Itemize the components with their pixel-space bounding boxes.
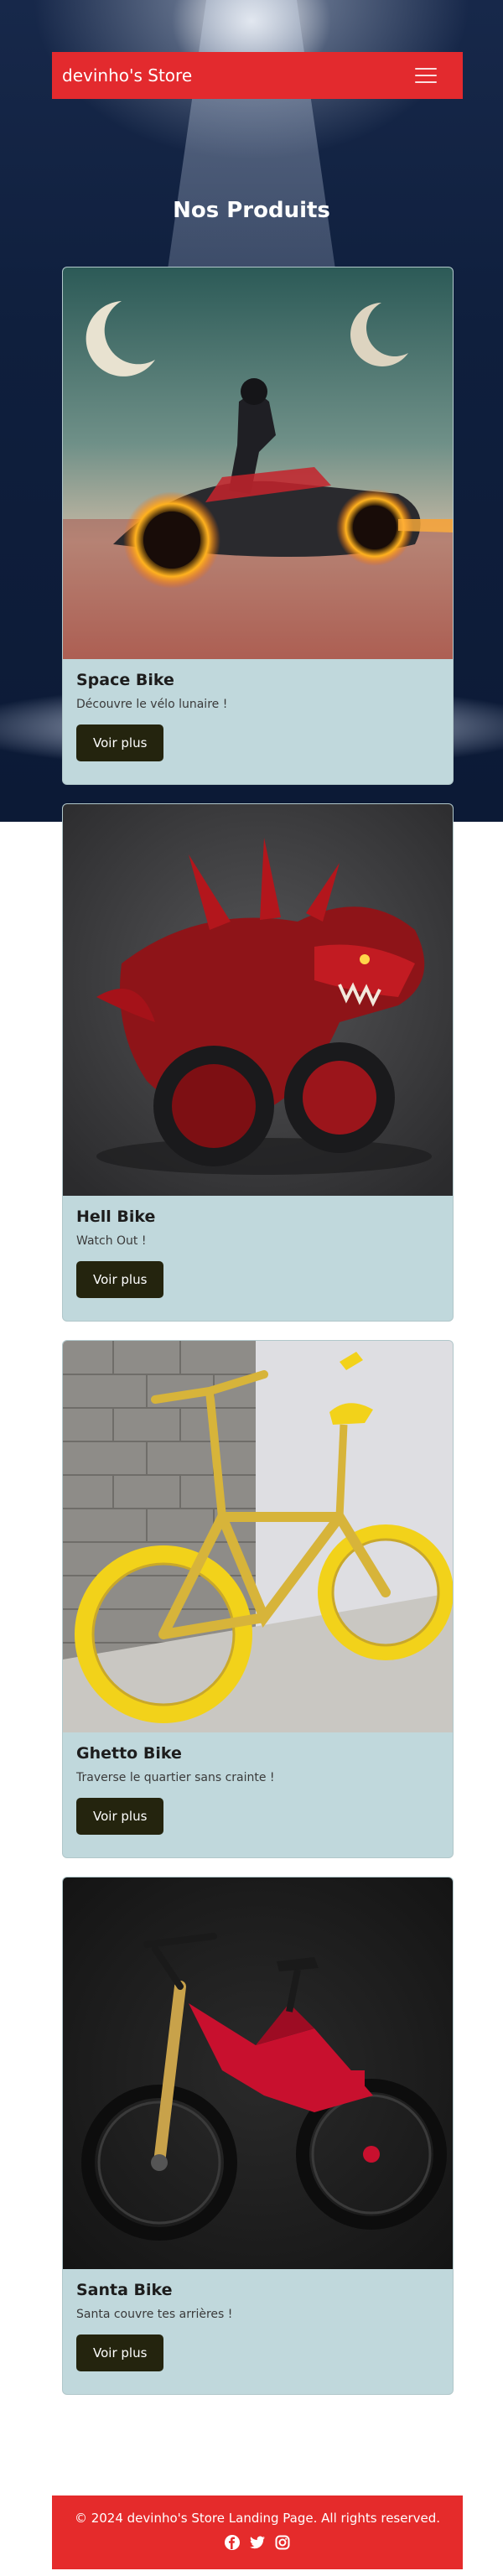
view-more-button[interactable]: Voir plus bbox=[76, 2334, 164, 2371]
product-card-santa-bike: Santa Bike Santa couvre tes arrières ! V… bbox=[62, 1877, 454, 2395]
social-links bbox=[52, 2534, 463, 2551]
navbar-brand[interactable]: devinho's Store bbox=[62, 65, 192, 86]
product-card-space-bike: Space Bike Découvre le vélo lunaire ! Vo… bbox=[62, 267, 454, 785]
view-more-button[interactable]: Voir plus bbox=[76, 1261, 164, 1298]
view-more-button[interactable]: Voir plus bbox=[76, 1798, 164, 1835]
product-description: Traverse le quartier sans crainte ! bbox=[76, 1771, 275, 1784]
product-description: Watch Out ! bbox=[76, 1234, 147, 1248]
product-title: Santa Bike bbox=[76, 2281, 173, 2299]
product-card-ghetto-bike: Ghetto Bike Traverse le quartier sans cr… bbox=[62, 1340, 454, 1858]
product-title: Ghetto Bike bbox=[76, 1744, 182, 1763]
product-image-santa-bike bbox=[63, 1877, 453, 2269]
instagram-icon[interactable] bbox=[274, 2534, 291, 2551]
hamburger-menu-icon[interactable] bbox=[407, 60, 444, 91]
product-image-hell-bike bbox=[63, 804, 453, 1196]
product-description: Découvre le vélo lunaire ! bbox=[76, 698, 228, 711]
footer: © 2024 devinho's Store Landing Page. All… bbox=[52, 2496, 463, 2569]
view-more-button[interactable]: Voir plus bbox=[76, 724, 164, 761]
product-title: Space Bike bbox=[76, 671, 174, 689]
footer-copyright: © 2024 devinho's Store Landing Page. All… bbox=[74, 2511, 441, 2526]
product-image-ghetto-bike bbox=[63, 1341, 453, 1732]
section-title: Nos Produits bbox=[173, 198, 330, 223]
product-image-space-bike bbox=[63, 267, 453, 659]
product-card-hell-bike: Hell Bike Watch Out ! Voir plus bbox=[62, 803, 454, 1322]
product-description: Santa couvre tes arrières ! bbox=[76, 2308, 233, 2321]
twitter-icon[interactable] bbox=[249, 2534, 266, 2551]
facebook-icon[interactable] bbox=[224, 2534, 241, 2551]
navbar: devinho's Store bbox=[52, 52, 463, 99]
product-title: Hell Bike bbox=[76, 1208, 156, 1226]
